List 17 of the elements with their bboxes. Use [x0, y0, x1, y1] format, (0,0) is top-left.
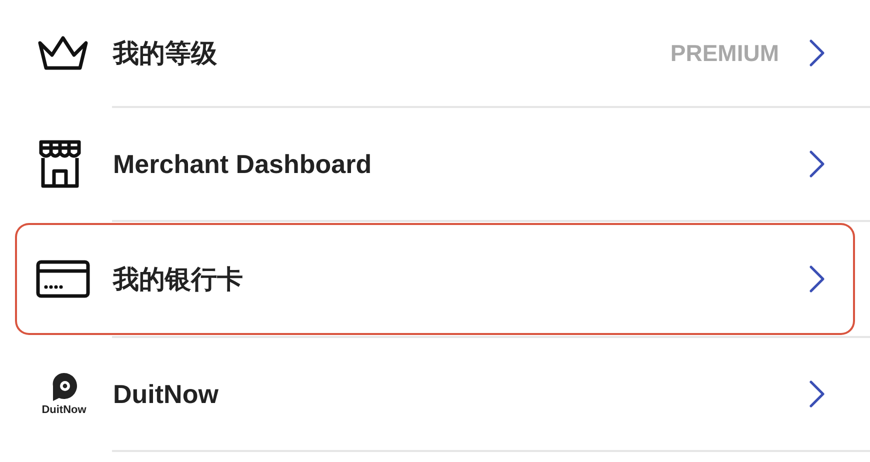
menu-label: DuitNow: [113, 378, 220, 410]
crown-icon: [36, 35, 90, 71]
pin-logo-icon: [50, 372, 78, 402]
menu-label: 我的银行卡: [113, 262, 244, 296]
bank-card-icon: [36, 260, 90, 298]
chevron-right-icon: [809, 265, 825, 293]
tier-value: PREMIUM: [670, 38, 779, 68]
menu-row[interactable]: 我的等级 PREMIUM: [17, 0, 853, 106]
chevron-right-icon: [809, 150, 825, 178]
menu-label: Merchant Dashboard: [113, 148, 373, 180]
menu-row[interactable]: Merchant Dashboard: [17, 108, 853, 220]
menu-label: 我的等级: [113, 36, 218, 70]
menu-row[interactable]: 我的银行卡: [17, 225, 853, 333]
chevron-right-icon: [809, 39, 825, 67]
menu-row[interactable]: DuitNow DuitNow: [17, 338, 853, 450]
logo-text: DuitNow: [42, 405, 86, 416]
chevron-right-icon: [809, 380, 825, 408]
